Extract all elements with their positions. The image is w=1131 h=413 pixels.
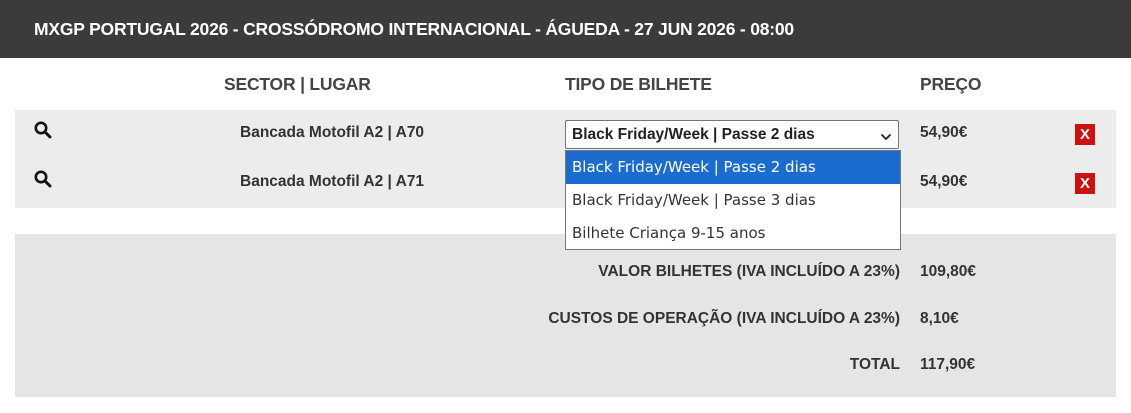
event-title: MXGP PORTUGAL 2026 - CROSSÓDROMO INTERNA… — [34, 19, 794, 39]
event-header: MXGP PORTUGAL 2026 - CROSSÓDROMO INTERNA… — [0, 0, 1131, 58]
magnifier-icon[interactable] — [33, 169, 53, 189]
column-header-price: PREÇO — [920, 74, 982, 94]
remove-ticket-button[interactable]: X — [1075, 173, 1095, 194]
ticket-price: 54,90€ — [920, 173, 968, 190]
column-header-ticket-type: TIPO DE BILHETE — [565, 74, 712, 94]
tickets-value-label: VALOR BILHETES (IVA INCLUÍDO A 23%) — [598, 263, 900, 280]
dropdown-option[interactable]: Black Friday/Week | Passe 2 dias — [566, 151, 900, 184]
total-label: TOTAL — [849, 356, 900, 373]
ticket-type-select[interactable]: Black Friday/Week | Passe 2 dias — [565, 120, 899, 149]
remove-ticket-button[interactable]: X — [1075, 124, 1095, 145]
dropdown-option[interactable]: Black Friday/Week | Passe 3 dias — [566, 184, 900, 217]
ticket-price: 54,90€ — [920, 124, 968, 141]
ticket-type-dropdown: Black Friday/Week | Passe 2 dias Black F… — [565, 150, 901, 250]
operation-fees-label: CUSTOS DE OPERAÇÃO (IVA INCLUÍDO A 23%) — [548, 310, 900, 327]
magnifier-icon[interactable] — [33, 120, 53, 140]
total-value: 117,90€ — [920, 356, 976, 373]
chevron-down-icon — [880, 129, 892, 141]
seat-label: Bancada Motofil A2 | A70 — [240, 124, 425, 141]
tickets-value: 109,80€ — [920, 263, 977, 280]
operation-fees-value: 8,10€ — [920, 310, 959, 327]
column-header-sector: SECTOR | LUGAR — [224, 74, 371, 94]
seat-label: Bancada Motofil A2 | A71 — [240, 173, 425, 190]
dropdown-option[interactable]: Bilhete Criança 9-15 anos — [566, 217, 900, 250]
ticket-type-selected-value: Black Friday/Week | Passe 2 dias — [572, 126, 815, 143]
